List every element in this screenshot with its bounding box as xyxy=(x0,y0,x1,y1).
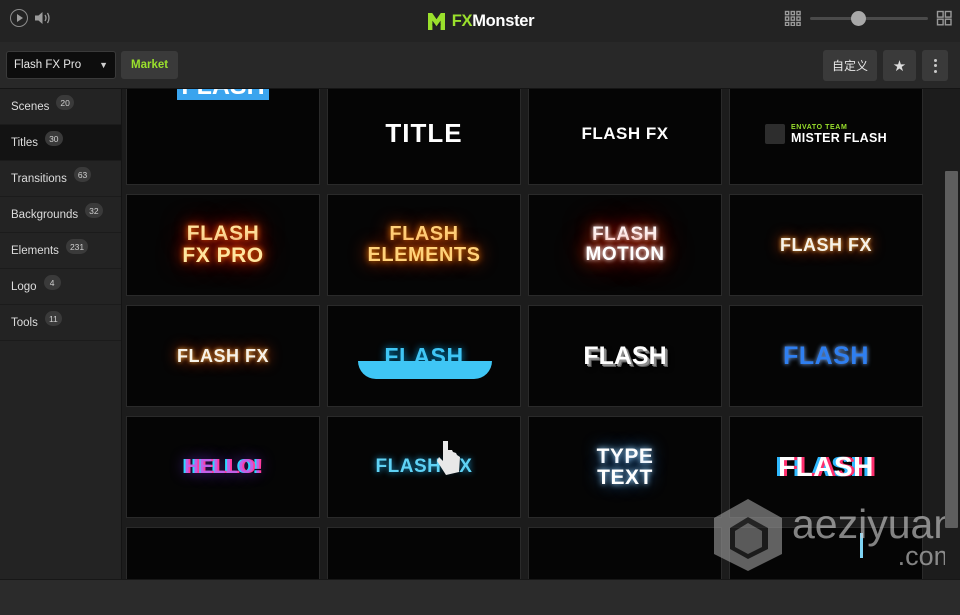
tab-market[interactable]: Market xyxy=(121,51,179,79)
sidebar-item-elements[interactable]: Elements 231 xyxy=(0,233,121,269)
customize-button[interactable]: 自定义 xyxy=(823,50,877,81)
play-icon xyxy=(17,14,23,22)
sidebar-item-transitions[interactable]: Transitions 63 xyxy=(0,161,121,197)
cursor-hand-icon xyxy=(436,439,464,482)
template-card[interactable]: HELLO! xyxy=(126,416,320,518)
chevron-down-icon: ▼ xyxy=(99,60,108,70)
grid-size-slider-knob[interactable] xyxy=(851,11,866,26)
sidebar-item-label: Backgrounds xyxy=(11,208,79,221)
bottom-bar xyxy=(0,579,960,615)
sidebar-item-count: 32 xyxy=(85,203,103,218)
tab-market-label: Market xyxy=(131,59,169,71)
sidebar-item-titles[interactable]: Titles 30 xyxy=(0,125,121,161)
template-card[interactable]: FLASH FX PRO xyxy=(126,194,320,296)
brand-fx-text: FX xyxy=(451,11,473,30)
grid-large-icon xyxy=(936,10,952,26)
sidebar-item-count: 11 xyxy=(44,311,62,326)
template-card[interactable]: FLASH FX xyxy=(528,89,722,185)
sidebar-item-label: Transitions xyxy=(11,172,67,185)
template-card[interactable]: FLASH FX xyxy=(327,416,521,518)
water-splash-decoration xyxy=(358,361,492,379)
template-card-title: FLASH FX xyxy=(780,234,872,255)
sidebar-item-label: Tools xyxy=(11,316,38,329)
template-card[interactable]: ENVATO TEAM MISTER FLASH xyxy=(729,89,923,185)
app-window: FXMonster Flash FX Pro ▼ Market 自定义 ★ Sc… xyxy=(0,0,960,615)
template-card-title: FLASH xyxy=(583,341,667,370)
sidebar-item-label: Scenes xyxy=(11,100,50,113)
sidebar-item-label: Logo xyxy=(11,280,37,293)
template-card-title: MISTER FLASH xyxy=(791,130,887,145)
more-vertical-icon xyxy=(933,58,937,62)
sidebar-item-label: Titles xyxy=(11,136,39,149)
template-card[interactable]: FLASH xyxy=(327,305,521,407)
toolbar-right-actions: 自定义 ★ xyxy=(823,50,948,81)
scrollbar-thumb[interactable] xyxy=(945,171,958,528)
template-card-title: FLASH xyxy=(177,89,269,101)
project-select[interactable]: Flash FX Pro ▼ xyxy=(6,51,116,79)
grid-size-slider[interactable] xyxy=(810,11,928,26)
template-card[interactable]: FLASH xyxy=(729,305,923,407)
template-card[interactable]: FLASH xyxy=(729,416,923,518)
template-card[interactable]: HE xyxy=(729,527,923,579)
sidebar-item-count: 20 xyxy=(56,95,74,110)
favorite-button[interactable]: ★ xyxy=(883,50,916,81)
sidebar-item-count: 4 xyxy=(43,275,61,290)
template-card[interactable]: FLASH MOTION xyxy=(528,194,722,296)
volume-icon xyxy=(35,12,50,24)
template-card[interactable]: TITLE xyxy=(327,89,521,185)
template-card[interactable]: FLASH ELEMENTS xyxy=(327,194,521,296)
sidebar-item-count: 30 xyxy=(45,131,63,146)
template-card-title: FLASH ELEMENTS xyxy=(367,223,481,266)
project-select-label: Flash FX Pro xyxy=(14,59,82,71)
template-card-title: FLASH xyxy=(783,341,869,370)
volume-button[interactable] xyxy=(33,9,52,27)
template-card[interactable]: YOUR TEXT xyxy=(126,527,320,579)
star-icon: ★ xyxy=(892,57,907,75)
template-card-title: FLASH xyxy=(778,451,874,483)
text-caret xyxy=(860,533,863,558)
play-button[interactable] xyxy=(10,9,28,27)
template-card[interactable]: FLASH xyxy=(528,305,722,407)
template-card[interactable]: FLASH FX xyxy=(126,305,320,407)
template-card-title: TITLE xyxy=(385,118,463,149)
sidebar-item-backgrounds[interactable]: Backgrounds 32 xyxy=(0,197,121,233)
sidebar-item-count: 231 xyxy=(65,239,89,254)
template-card[interactable]: FLASH xyxy=(126,89,320,185)
template-card-kicker: ENVATO TEAM xyxy=(791,123,848,131)
sidebar-item-tools[interactable]: Tools 11 xyxy=(0,305,121,341)
app-header: FXMonster xyxy=(0,0,960,42)
template-card[interactable]: HELLO GUYs xyxy=(528,527,722,579)
template-grid: FLASH TITLE FLASH FX ENVATO TEAMMISTER FLAS… xyxy=(126,89,923,579)
template-card[interactable]: VERYN xyxy=(327,527,521,579)
template-card-title: HELLO! xyxy=(184,455,262,478)
grid-small-icon xyxy=(784,10,801,27)
brand-monster-text: Monster xyxy=(472,11,535,30)
template-card-title: TYPE TEXT xyxy=(596,445,654,489)
sidebar-item-label: Elements xyxy=(11,244,59,257)
grid-small-button[interactable] xyxy=(784,10,802,31)
template-card-title: FLASH FX xyxy=(177,345,269,366)
sidebar-item-logo[interactable]: Logo 4 xyxy=(0,269,121,305)
template-card-title: FLASH FX PRO xyxy=(182,221,264,267)
sidebar-item-scenes[interactable]: Scenes 20 xyxy=(0,89,121,125)
template-card-title: FLASH MOTION xyxy=(585,224,665,265)
brand-logo: FXMonster xyxy=(426,11,535,32)
monster-m-logo-icon xyxy=(426,11,447,32)
template-card-title: FLASH FX xyxy=(581,124,669,144)
envato-logo-icon xyxy=(765,124,786,144)
template-grid-panel: FLASH TITLE FLASH FX ENVATO TEAMMISTER FLAS… xyxy=(122,89,944,579)
sidebar-item-count: 63 xyxy=(73,167,92,182)
grid-large-button[interactable] xyxy=(936,10,953,31)
template-card[interactable]: TYPE TEXT xyxy=(528,416,722,518)
category-sidebar: Scenes 20 Titles 30 Transitions 63 Backgrounds… xyxy=(0,89,122,579)
template-card[interactable]: FLASH FX xyxy=(729,194,923,296)
more-options-button[interactable] xyxy=(922,50,948,81)
